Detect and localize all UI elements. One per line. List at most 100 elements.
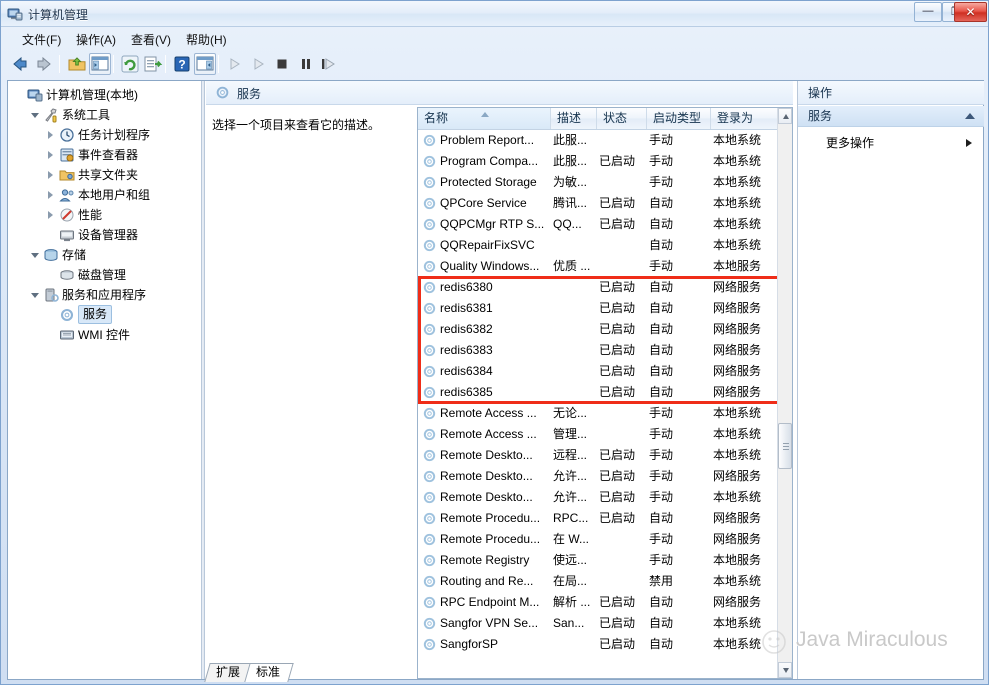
logon-as-cell: 本地系统 — [713, 217, 762, 231]
column-header-3[interactable]: 状态 — [597, 108, 647, 129]
service-row[interactable]: redis6381 已启动 自动 网络服务 — [418, 298, 779, 319]
expand-triangle-icon[interactable] — [46, 190, 57, 201]
menu-item-3[interactable]: 查看(V) — [124, 31, 178, 49]
service-row[interactable]: QPCore Service 腾讯... 已启动 自动 本地系统 — [418, 193, 779, 214]
view-tabs[interactable]: 扩展 标准 — [7, 663, 984, 683]
tree-splitter[interactable] — [201, 81, 205, 679]
export-list-icon[interactable] — [142, 53, 164, 75]
logon-as-cell: 本地服务 — [713, 259, 762, 273]
minimize-button[interactable]: — — [914, 2, 942, 22]
collapse-triangle-icon[interactable] — [30, 290, 41, 301]
menu-item-4[interactable]: 帮助(H) — [179, 31, 234, 49]
service-row[interactable]: Remote Procedu... 在 W... 手动 网络服务 — [418, 529, 779, 550]
service-gear-icon — [423, 428, 436, 441]
service-name-cell: Remote Deskto... — [440, 490, 533, 504]
service-row[interactable]: Remote Deskto... 允许... 已启动 手动 本地系统 — [418, 487, 779, 508]
expand-triangle-icon[interactable] — [46, 150, 57, 161]
service-row[interactable]: QQRepairFixSVC 自动 本地系统 — [418, 235, 779, 256]
service-row[interactable]: Remote Registry 使远... 手动 本地服务 — [418, 550, 779, 571]
refresh-icon[interactable] — [119, 53, 141, 75]
tree-item-label: WMI 控件 — [78, 328, 130, 342]
status-cell: 已启动 — [599, 469, 636, 483]
tree-item-label: 性能 — [78, 208, 103, 222]
resume-service-icon — [254, 58, 264, 70]
console-tree[interactable]: 计算机管理(本地) 系统工具 任务计划程序 事件查看器 共享文件夹 本地用户和组 性能 设备管… — [8, 81, 201, 679]
service-row[interactable]: RPC Endpoint M... 解析 ... 已启动 自动 网络服务 — [418, 592, 779, 613]
stop-service-icon[interactable] — [271, 53, 293, 75]
logon-as-cell: 本地系统 — [713, 175, 762, 189]
service-row[interactable]: Remote Deskto... 远程... 已启动 手动 本地系统 — [418, 445, 779, 466]
scroll-up-button[interactable] — [778, 108, 792, 124]
column-header-1[interactable]: 名称 — [418, 108, 551, 129]
service-row[interactable]: Routing and Re... 在局... 禁用 本地系统 — [418, 571, 779, 592]
service-row[interactable]: SangforSP 已启动 自动 本地系统 — [418, 634, 779, 655]
service-row[interactable]: redis6383 已启动 自动 网络服务 — [418, 340, 779, 361]
show-hide-action-pane-button[interactable] — [194, 53, 216, 75]
service-gear-icon — [423, 596, 436, 609]
restart-service-icon[interactable] — [317, 53, 339, 75]
status-cell: 已启动 — [599, 490, 636, 504]
expand-triangle-icon[interactable] — [46, 130, 57, 141]
service-row[interactable]: Protected Storage 为敏... 手动 本地系统 — [418, 172, 779, 193]
logon-as-cell: 网络服务 — [713, 322, 762, 336]
services-list-body[interactable]: Problem Report... 此服... 手动 本地系统 Program Comp… — [418, 130, 792, 678]
service-name-cell: Remote Procedu... — [440, 532, 541, 546]
expand-triangle-icon[interactable] — [46, 170, 57, 181]
collapse-triangle-icon[interactable] — [30, 250, 41, 261]
menu-item-1[interactable]: 文件(F) — [15, 31, 68, 49]
column-header-4[interactable]: 启动类型 — [647, 108, 711, 129]
close-button[interactable]: ✕ — [954, 2, 987, 22]
service-row[interactable]: Remote Deskto... 允许... 已启动 手动 网络服务 — [418, 466, 779, 487]
action-item-more-actions[interactable]: 更多操作 — [798, 133, 984, 153]
service-row[interactable]: redis6380 已启动 自动 网络服务 — [418, 277, 779, 298]
service-row[interactable]: redis6384 已启动 自动 网络服务 — [418, 361, 779, 382]
status-cell — [599, 424, 649, 445]
service-row[interactable]: QQPCMgr RTP S... QQ... 已启动 自动 本地系统 — [418, 214, 779, 235]
show-hide-console-tree-button[interactable] — [89, 53, 111, 75]
startup-type-cell: 手动 — [649, 553, 674, 567]
up-folder-icon[interactable] — [66, 53, 88, 75]
description-cell — [553, 319, 599, 340]
column-header-5[interactable]: 登录为 — [711, 108, 779, 129]
collapse-triangle-icon[interactable] — [30, 110, 41, 121]
startup-type-cell: 手动 — [649, 259, 674, 273]
service-gear-icon — [60, 308, 74, 322]
services-list[interactable]: 名称 描述 状态 启动类型 登录为 Problem Report... 此服... 手动 本地… — [417, 107, 793, 679]
tree-item-label: 系统工具 — [62, 108, 111, 122]
close-icon: ✕ — [965, 5, 976, 19]
chevron-up-icon[interactable] — [965, 113, 975, 119]
services-list-scrollbar[interactable] — [777, 108, 792, 678]
service-row[interactable]: Remote Access ... 管理... 手动 本地系统 — [418, 424, 779, 445]
description-cell — [553, 382, 599, 403]
expand-triangle-icon[interactable] — [46, 210, 57, 221]
service-row[interactable]: Quality Windows... 优质 ... 手动 本地服务 — [418, 256, 779, 277]
scrollbar-thumb[interactable] — [778, 423, 792, 469]
service-name-cell: redis6381 — [440, 301, 493, 315]
service-row[interactable]: Problem Report... 此服... 手动 本地系统 — [418, 130, 779, 151]
logon-as-cell: 本地系统 — [713, 133, 762, 147]
service-row[interactable]: Remote Access ... 无论... 手动 本地系统 — [418, 403, 779, 424]
service-row[interactable]: Sangfor VPN Se... San... 已启动 自动 本地系统 — [418, 613, 779, 634]
services-list-header[interactable]: 名称 描述 状态 启动类型 登录为 — [418, 108, 792, 130]
status-cell: 已启动 — [599, 196, 636, 210]
menu-item-2[interactable]: 操作(A) — [69, 31, 123, 49]
tree-item-label: 事件查看器 — [78, 148, 139, 162]
startup-type-cell: 自动 — [649, 322, 674, 336]
status-cell — [599, 130, 649, 151]
help-icon[interactable]: ? — [171, 53, 193, 75]
service-gear-icon — [423, 302, 436, 315]
service-row[interactable]: redis6382 已启动 自动 网络服务 — [418, 319, 779, 340]
back-icon[interactable] — [9, 53, 31, 75]
service-description-text: 选择一个项目来查看它的描述。 — [212, 118, 381, 132]
pause-service-icon[interactable] — [295, 53, 317, 75]
service-row[interactable]: Program Compa... 此服... 已启动 手动 本地系统 — [418, 151, 779, 172]
service-name-cell: QQRepairFixSVC — [440, 238, 535, 252]
status-cell: 已启动 — [599, 322, 636, 336]
description-cell: 在 W... — [553, 532, 590, 546]
service-row[interactable]: redis6385 已启动 自动 网络服务 — [418, 382, 779, 403]
status-cell: 已启动 — [599, 448, 636, 462]
forward-icon[interactable] — [33, 53, 55, 75]
actions-section-header[interactable]: 服务 — [798, 106, 984, 127]
service-row[interactable]: Remote Procedu... RPC... 已启动 自动 网络服务 — [418, 508, 779, 529]
column-header-2[interactable]: 描述 — [551, 108, 597, 129]
